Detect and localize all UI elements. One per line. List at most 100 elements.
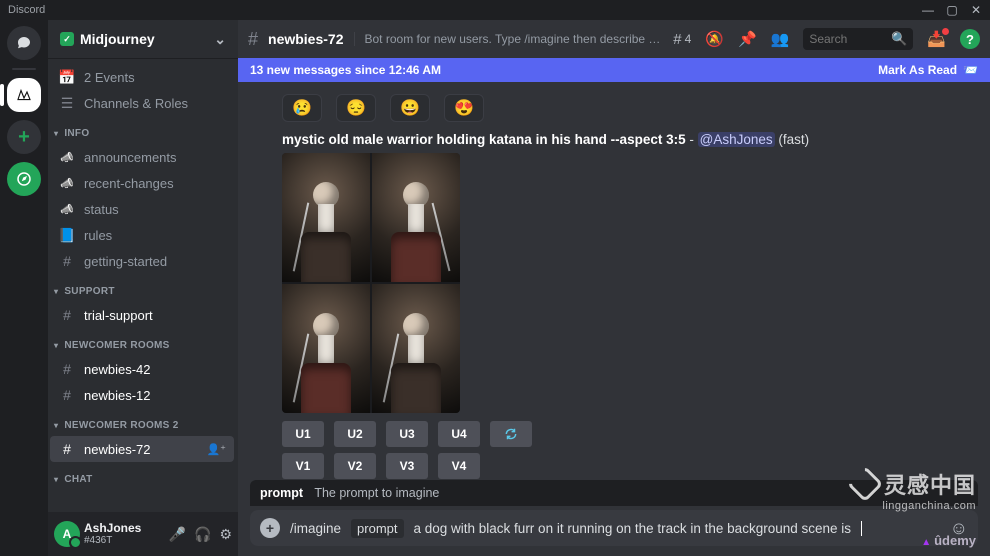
explore-servers-button[interactable] [7,162,41,196]
button-u1[interactable]: U1 [282,421,324,447]
window-controls: — ▢ ✕ [922,3,982,17]
new-messages-text: 13 new messages since 12:46 AM [250,63,441,77]
add-server-button[interactable]: + [7,120,41,154]
button-reroll[interactable] [490,421,532,447]
megaphone-icon [58,203,76,216]
help-icon[interactable]: ? [960,29,980,49]
guild-midjourney[interactable] [7,78,41,112]
emoji-picker-icon[interactable]: ☺ [950,518,968,539]
attach-button[interactable]: + [260,518,280,538]
channel-topic[interactable]: Bot room for new users. Type /imagine th… [354,32,664,46]
button-v2[interactable]: V2 [334,453,376,479]
category-support[interactable]: SUPPORT [50,280,234,302]
upscale-row: U1 U2 U3 U4 [282,421,974,447]
user-name-block[interactable]: AshJones #436T [84,522,141,546]
hint-arg-name: prompt [260,486,303,500]
image-grid[interactable] [282,153,460,413]
app-name: Discord [8,4,45,16]
channel-title: newbies-72 [268,31,343,47]
search-icon: 🔍 [891,31,907,47]
megaphone-icon [58,177,76,190]
megaphone-icon [58,151,76,164]
channel-rules[interactable]: 📘rules [50,222,234,248]
channel-newbies-72[interactable]: # newbies-72 👤⁺ [50,436,234,462]
channels-roles-item[interactable]: ☰ Channels & Roles [50,90,234,116]
notifications-icon[interactable]: 🔕 [705,30,724,48]
image-thumb-1[interactable] [282,153,370,282]
new-messages-bar[interactable]: 13 new messages since 12:46 AM Mark As R… [238,58,990,82]
user-tag: #436T [84,535,141,546]
image-thumb-4[interactable] [372,284,460,413]
variation-row: V1 V2 V3 V4 [282,453,974,479]
category-newcomer[interactable]: NEWCOMER ROOMS [50,334,234,356]
hash-lock-icon: # [58,441,76,457]
deafen-icon[interactable]: 🎧 [194,526,211,543]
message-input[interactable]: + /imagine prompt a dog with black furr … [250,510,978,546]
user-display-name: AshJones [84,522,141,535]
calendar-icon: 📅 [58,69,76,86]
autocomplete-hint[interactable]: prompt The prompt to imagine [250,480,978,506]
hash-lock-icon: # [58,361,76,377]
events-label: 2 Events [84,70,135,85]
mute-mic-icon[interactable]: 🎤 [169,526,186,543]
guild-separator [12,68,36,70]
message-text: mystic old male warrior holding katana i… [282,132,974,147]
image-thumb-2[interactable] [372,153,460,282]
inbox-icon[interactable]: 📥 [927,30,946,48]
browse-icon: ☰ [58,95,76,112]
button-u2[interactable]: U2 [334,421,376,447]
main-content: # newbies-72 Bot room for new users. Typ… [238,20,990,556]
message-list: 😢 😔 😀 😍 mystic old male warrior holding … [238,82,990,480]
user-avatar[interactable]: A [54,521,80,547]
button-v4[interactable]: V4 [438,453,480,479]
category-newcomer-2[interactable]: NEWCOMER ROOMS 2 [50,414,234,436]
search-input[interactable]: 🔍 [803,28,913,50]
channel-recent-changes[interactable]: recent-changes [50,170,234,196]
hash-icon: # [248,29,258,50]
channel-header: # newbies-72 Bot room for new users. Typ… [238,20,990,58]
reaction-button[interactable]: 😢 [282,94,322,122]
window-minimize-icon[interactable]: — [922,3,934,17]
typed-text[interactable]: a dog with black furr on it running on t… [414,521,852,536]
member-list-icon[interactable]: 👥 [771,30,790,48]
channel-status[interactable]: status [50,196,234,222]
button-u3[interactable]: U3 [386,421,428,447]
command-arg: prompt [351,519,403,538]
category-info[interactable]: INFO [50,122,234,144]
rules-icon: 📘 [58,227,76,244]
slash-command: /imagine [290,521,341,536]
chevron-down-icon: ⌄ [214,31,226,48]
channel-newbies-42[interactable]: #newbies-42 [50,356,234,382]
search-field[interactable] [809,32,879,46]
threads-icon[interactable]: #4 [673,31,691,48]
events-item[interactable]: 📅 2 Events [50,64,234,90]
channel-getting-started[interactable]: #getting-started [50,248,234,274]
channel-trial-support[interactable]: #trial-support [50,302,234,328]
server-header[interactable]: ✓ Midjourney ⌄ [48,20,238,58]
category-chat[interactable]: CHAT [50,468,234,490]
invite-icon[interactable]: 👤⁺ [206,443,226,456]
button-v3[interactable]: V3 [386,453,428,479]
caret-icon [861,521,862,536]
window-close-icon[interactable]: ✕ [970,3,982,17]
reaction-row: 😢 😔 😀 😍 [282,94,974,122]
user-settings-icon[interactable]: ⚙ [219,526,232,543]
image-thumb-3[interactable] [282,284,370,413]
pinned-icon[interactable]: 📌 [738,30,757,48]
mark-read-icon: 📨 [963,63,978,77]
window-maximize-icon[interactable]: ▢ [946,3,958,17]
mention-user[interactable]: @AshJones [698,132,775,147]
reaction-button[interactable]: 😔 [336,94,376,122]
guild-column: + [0,20,48,556]
channel-announcements[interactable]: announcements [50,144,234,170]
mark-as-read-button[interactable]: Mark As Read 📨 [878,63,978,77]
button-v1[interactable]: V1 [282,453,324,479]
channel-newbies-12[interactable]: #newbies-12 [50,382,234,408]
message-prompt: mystic old male warrior holding katana i… [282,132,686,147]
reaction-button[interactable]: 😀 [390,94,430,122]
user-panel: A AshJones #436T 🎤 🎧 ⚙ [48,512,238,556]
dm-home-button[interactable] [7,26,41,60]
reaction-button[interactable]: 😍 [444,94,484,122]
button-u4[interactable]: U4 [438,421,480,447]
hash-lock-icon: # [58,387,76,403]
